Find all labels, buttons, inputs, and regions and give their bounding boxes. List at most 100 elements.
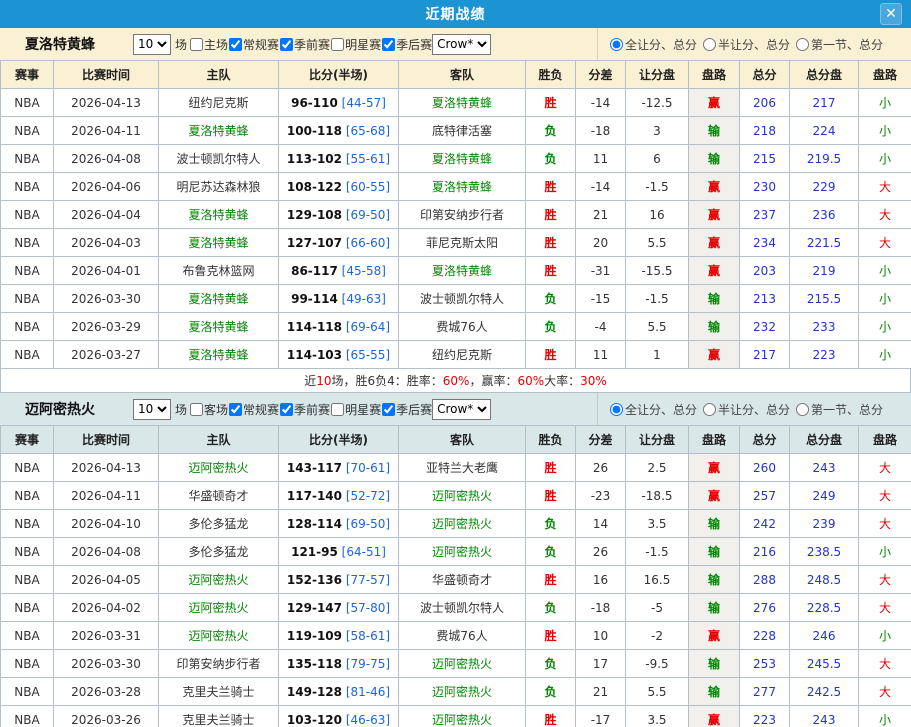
cell-win-loss: 胜: [526, 257, 576, 285]
cell-over-under: 小: [859, 117, 911, 145]
regular-season-checkbox[interactable]: [229, 38, 242, 51]
cell-point-diff: -18: [576, 594, 626, 622]
cell-handicap-result: 输: [689, 678, 740, 706]
cell-total-line: 249: [790, 482, 859, 510]
heat-radio-first-quarter[interactable]: 第一节、总分: [796, 401, 883, 418]
games-suffix-label: 场: [175, 401, 187, 418]
cell-win-loss: 胜: [526, 201, 576, 229]
first-quarter-radio[interactable]: [796, 403, 809, 416]
column-header: 分差: [576, 426, 626, 454]
cell-game-date: 2026-04-08: [54, 145, 159, 173]
heat-filter-allstar[interactable]: 明星赛: [330, 401, 381, 418]
game-row: NBA2026-04-11华盛顿奇才117-140 [52-72]迈阿密热火胜-…: [1, 482, 911, 510]
hornets-filter-preseason[interactable]: 季前赛: [279, 36, 330, 53]
cell-point-diff: -23: [576, 482, 626, 510]
cell-league: NBA: [1, 622, 54, 650]
cell-win-loss: 胜: [526, 341, 576, 369]
regular-season-checkbox[interactable]: [229, 403, 242, 416]
full-handicap-radio[interactable]: [610, 38, 623, 51]
cell-home-team: 夏洛特黄蜂: [159, 313, 279, 341]
hornets-games-count-select[interactable]: 10: [133, 34, 171, 55]
game-row: NBA2026-04-06明尼苏达森林狼108-122 [60-55]夏洛特黄蜂…: [1, 173, 911, 201]
cell-total-points: 216: [740, 538, 790, 566]
cell-handicap-result: 赢: [689, 201, 740, 229]
hornets-filter-allstar[interactable]: 明星赛: [330, 36, 381, 53]
cell-over-under: 大: [859, 173, 911, 201]
game-row: NBA2026-03-30印第安纳步行者135-118 [79-75]迈阿密热火…: [1, 650, 911, 678]
cell-point-diff: -4: [576, 313, 626, 341]
cell-score: 108-122 [60-55]: [279, 173, 399, 201]
heat-filter-playoffs[interactable]: 季后赛: [381, 401, 432, 418]
heat-bookmaker-select[interactable]: Crow*: [432, 399, 491, 420]
cell-handicap-line: -18.5: [626, 482, 689, 510]
cell-total-line: 242.5: [790, 678, 859, 706]
game-row: NBA2026-03-31迈阿密热火119-109 [58-61]费城76人胜1…: [1, 622, 911, 650]
game-row: NBA2026-04-08波士顿凯尔特人113-102 [55-61]夏洛特黄蜂…: [1, 145, 911, 173]
cell-game-date: 2026-03-30: [54, 285, 159, 313]
cell-point-diff: 11: [576, 341, 626, 369]
allstar-checkbox[interactable]: [331, 38, 344, 51]
cell-league: NBA: [1, 454, 54, 482]
cell-game-date: 2026-04-05: [54, 566, 159, 594]
heat-filter-preseason[interactable]: 季前赛: [279, 401, 330, 418]
hornets-radio-first-quarter[interactable]: 第一节、总分: [796, 36, 883, 53]
hornets-radio-full-handicap[interactable]: 全让分、总分: [610, 36, 697, 53]
cell-total-points: 203: [740, 257, 790, 285]
away-checkbox[interactable]: [190, 403, 203, 416]
cell-league: NBA: [1, 538, 54, 566]
cell-handicap-result: 输: [689, 117, 740, 145]
hornets-bookmaker-select[interactable]: Crow*: [432, 34, 491, 55]
full-handicap-radio[interactable]: [610, 403, 623, 416]
cell-league: NBA: [1, 145, 54, 173]
playoffs-checkbox[interactable]: [382, 403, 395, 416]
heat-filter-regular[interactable]: 常规赛: [228, 401, 279, 418]
cell-game-date: 2026-03-27: [54, 341, 159, 369]
first-quarter-radio[interactable]: [796, 38, 809, 51]
hornets-filter-bar: 夏洛特黄蜂 10 场 主场 常规赛 季前赛 明星赛 季后赛 Crow* 全让分、…: [0, 28, 911, 60]
summary-segment: 场，胜6负4：胜率：: [331, 372, 442, 389]
hornets-radio-half-handicap[interactable]: 半让分、总分: [703, 36, 790, 53]
game-row: NBA2026-04-03夏洛特黄蜂127-107 [66-60]菲尼克斯太阳胜…: [1, 229, 911, 257]
playoffs-checkbox[interactable]: [382, 38, 395, 51]
cell-win-loss: 负: [526, 117, 576, 145]
heat-radio-full-handicap[interactable]: 全让分、总分: [610, 401, 697, 418]
cell-score: 129-147 [57-80]: [279, 594, 399, 622]
cell-league: NBA: [1, 229, 54, 257]
cell-total-points: 213: [740, 285, 790, 313]
heat-radio-half-handicap[interactable]: 半让分、总分: [703, 401, 790, 418]
cell-over-under: 小: [859, 257, 911, 285]
column-header: 分差: [576, 61, 626, 89]
game-row: NBA2026-03-28克里夫兰骑士149-128 [81-46]迈阿密热火负…: [1, 678, 911, 706]
heat-filter-away[interactable]: 客场: [189, 401, 228, 418]
allstar-checkbox[interactable]: [331, 403, 344, 416]
hornets-filter-playoffs[interactable]: 季后赛: [381, 36, 432, 53]
home-checkbox[interactable]: [190, 38, 203, 51]
cell-handicap-result: 赢: [689, 622, 740, 650]
cell-total-line: 246: [790, 622, 859, 650]
half-handicap-radio[interactable]: [703, 403, 716, 416]
preseason-checkbox[interactable]: [280, 38, 293, 51]
preseason-checkbox[interactable]: [280, 403, 293, 416]
cell-home-team: 多伦多猛龙: [159, 538, 279, 566]
cell-handicap-line: 3: [626, 117, 689, 145]
close-icon[interactable]: ✕: [880, 3, 902, 25]
cell-home-team: 明尼苏达森林狼: [159, 173, 279, 201]
cell-over-under: 小: [859, 706, 911, 727]
cell-point-diff: 17: [576, 650, 626, 678]
cell-game-date: 2026-04-06: [54, 173, 159, 201]
cell-handicap-line: 5.5: [626, 229, 689, 257]
cell-handicap-result: 赢: [689, 229, 740, 257]
half-handicap-radio[interactable]: [703, 38, 716, 51]
hornets-filter-regular[interactable]: 常规赛: [228, 36, 279, 53]
cell-point-diff: -15: [576, 285, 626, 313]
cell-over-under: 小: [859, 622, 911, 650]
popup-title: 近期战绩: [426, 4, 486, 24]
cell-win-loss: 负: [526, 594, 576, 622]
cell-away-team: 底特律活塞: [399, 117, 526, 145]
cell-home-team: 夏洛特黄蜂: [159, 117, 279, 145]
heat-games-count-select[interactable]: 10: [133, 399, 171, 420]
cell-home-team: 夏洛特黄蜂: [159, 201, 279, 229]
cell-over-under: 小: [859, 538, 911, 566]
column-header: 主队: [159, 426, 279, 454]
hornets-filter-home[interactable]: 主场: [189, 36, 228, 53]
